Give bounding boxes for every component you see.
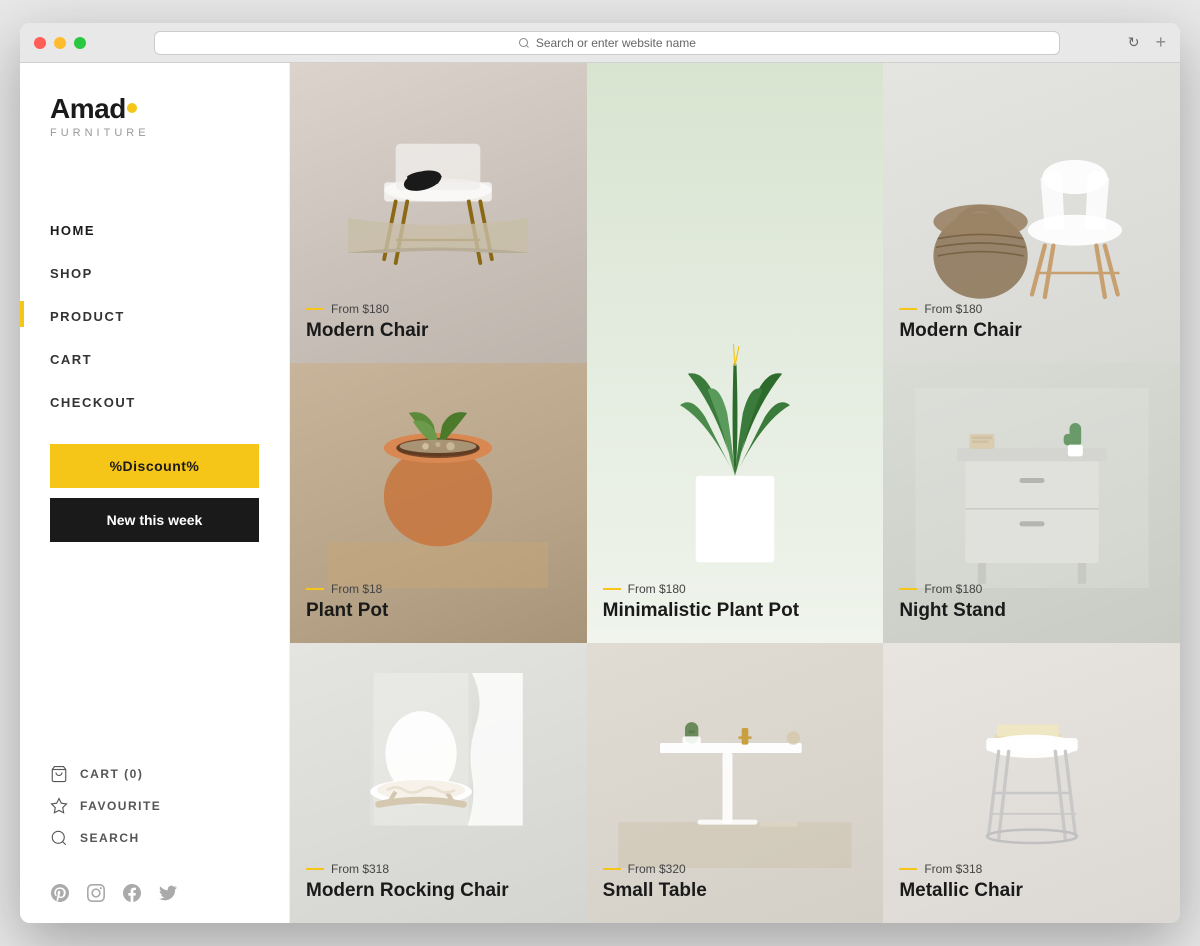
nav-menu: HOME SHOP PRODUCT CART CHECKOUT — [20, 209, 289, 424]
logo-subtitle: FURNITURE — [50, 127, 259, 139]
from-bar-5 — [899, 588, 917, 590]
from-bar-4 — [306, 588, 324, 590]
cart-label: CART (0) — [80, 767, 143, 781]
twitter-icon[interactable] — [158, 883, 178, 903]
product-info-night-stand: From $180 Night Stand — [883, 570, 1180, 643]
sidebar-buttons: %Discount% New this week — [20, 424, 289, 562]
throw-illustration — [348, 218, 528, 253]
favourite-icon-item[interactable]: FAVOURITE — [50, 797, 259, 815]
product-info-rocking: From $318 Modern Rocking Chair — [290, 850, 587, 923]
chair2-illustration — [912, 118, 1152, 308]
product-small-table[interactable]: From $320 Small Table — [587, 643, 884, 923]
favourite-label: FAVOURITE — [80, 799, 161, 813]
product-from-modern-chair: From $180 — [306, 302, 571, 316]
product-name-plant: Minimalistic Plant Pot — [603, 600, 868, 623]
product-modern-chair[interactable]: From $180 Modern Chair — [290, 63, 587, 363]
product-info-plant: From $180 Minimalistic Plant Pot — [587, 570, 884, 643]
plantpot-illustration — [328, 388, 548, 588]
from-bar-3 — [899, 308, 917, 310]
new-week-button[interactable]: New this week — [50, 498, 259, 542]
product-name-plant-pot: Plant Pot — [306, 600, 571, 623]
close-button[interactable] — [34, 37, 46, 49]
product-name-chair2: Modern Chair — [899, 320, 1164, 343]
from-bar — [306, 308, 324, 310]
search-sidebar-icon — [50, 829, 68, 847]
product-rocking-chair[interactable]: From $318 Modern Rocking Chair — [290, 643, 587, 923]
cart-icon — [50, 765, 68, 783]
star-icon — [50, 797, 68, 815]
refresh-button[interactable]: ↻ — [1128, 34, 1140, 51]
nav-shop[interactable]: SHOP — [50, 252, 259, 295]
plant-illustration — [625, 243, 845, 583]
nav-home[interactable]: HOME — [50, 209, 259, 252]
pinterest-icon[interactable] — [50, 883, 70, 903]
product-name-metallic: Metallic Chair — [899, 880, 1164, 903]
nightstand-illustration — [912, 388, 1152, 588]
product-modern-chair-2[interactable]: From $180 Modern Chair — [883, 63, 1180, 363]
product-from-rocking: From $318 — [306, 862, 571, 876]
nav-cart[interactable]: CART — [50, 338, 259, 381]
product-night-stand[interactable]: From $180 Night Stand — [883, 363, 1180, 643]
product-info-table: From $320 Small Table — [587, 850, 884, 923]
facebook-icon[interactable] — [122, 883, 142, 903]
product-name-night-stand: Night Stand — [899, 600, 1164, 623]
product-from-metallic: From $318 — [899, 862, 1164, 876]
search-icon — [518, 37, 530, 49]
discount-button[interactable]: %Discount% — [50, 444, 259, 488]
cart-icon-item[interactable]: CART (0) — [50, 765, 259, 783]
product-info-metallic: From $318 Metallic Chair — [883, 850, 1180, 923]
rockingchair-illustration — [318, 673, 558, 868]
sidebar-bottom: CART (0) FAVOURITE SEARCH — [20, 745, 289, 867]
product-from-night-stand: From $180 — [899, 582, 1164, 596]
product-info-chair2: From $180 Modern Chair — [883, 290, 1180, 363]
product-from-chair2: From $180 — [899, 302, 1164, 316]
search-icon-item[interactable]: SEARCH — [50, 829, 259, 847]
product-from-table: From $320 — [603, 862, 868, 876]
new-tab-button[interactable]: + — [1155, 32, 1166, 53]
instagram-icon[interactable] — [86, 883, 106, 903]
maximize-button[interactable] — [74, 37, 86, 49]
product-metallic-chair[interactable]: From $318 Metallic Chair — [883, 643, 1180, 923]
smalltable-illustration — [615, 668, 855, 868]
social-icons — [20, 867, 289, 923]
logo-area: Amad FURNITURE — [20, 63, 289, 159]
nav-spacer — [20, 159, 289, 209]
product-from-plant-pot: From $18 — [306, 582, 571, 596]
nav-checkout[interactable]: CHECKOUT — [50, 381, 259, 424]
app-layout: Amad FURNITURE HOME SHOP PRODUCT CART CH… — [20, 63, 1180, 923]
product-grid: From $180 Modern Chair — [290, 63, 1180, 923]
browser-window: Search or enter website name ↻ + Amad FU… — [20, 23, 1180, 923]
product-info-plant-pot: From $18 Plant Pot — [290, 570, 587, 643]
chair-illustration — [338, 113, 538, 313]
logo-dot — [127, 103, 137, 113]
from-bar-2 — [603, 588, 621, 590]
from-bar-6 — [306, 868, 324, 870]
product-plant-pot[interactable]: From $18 Plant Pot — [290, 363, 587, 643]
product-name-table: Small Table — [603, 880, 868, 903]
logo: Amad — [50, 93, 259, 125]
address-bar[interactable]: Search or enter website name — [154, 31, 1060, 55]
from-bar-7 — [603, 868, 621, 870]
product-name-modern-chair: Modern Chair — [306, 320, 571, 343]
logo-name: Amad — [50, 93, 126, 124]
minimize-button[interactable] — [54, 37, 66, 49]
product-from-plant: From $180 — [603, 582, 868, 596]
address-text: Search or enter website name — [536, 36, 696, 50]
metallic-illustration — [912, 668, 1152, 868]
search-label: SEARCH — [80, 831, 140, 845]
product-info-modern-chair: From $180 Modern Chair — [290, 290, 587, 363]
sidebar-accent — [20, 301, 24, 327]
sidebar: Amad FURNITURE HOME SHOP PRODUCT CART CH… — [20, 63, 290, 923]
product-name-rocking: Modern Rocking Chair — [306, 880, 571, 903]
from-bar-8 — [899, 868, 917, 870]
browser-chrome: Search or enter website name ↻ + — [20, 23, 1180, 63]
nav-product[interactable]: PRODUCT — [50, 295, 259, 338]
product-minimalistic-plant[interactable]: From $180 Minimalistic Plant Pot — [587, 63, 884, 643]
